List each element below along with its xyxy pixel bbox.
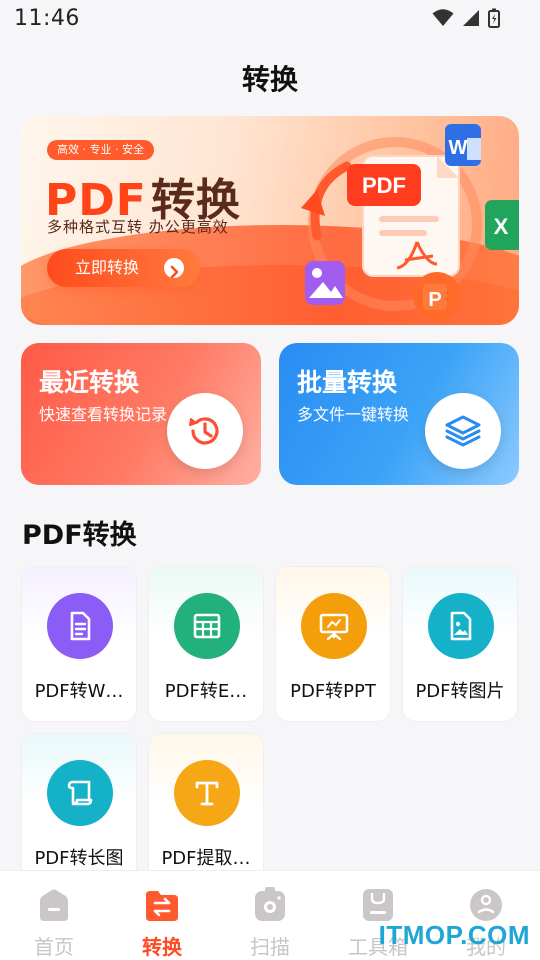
banner-illustration: PDF W X P xyxy=(301,124,519,320)
chevron-right-icon xyxy=(164,258,184,279)
signal-icon xyxy=(463,10,479,26)
section-title-pdf-convert: PDF转换 xyxy=(22,520,137,551)
batch-conversion-card[interactable]: 批量转换 多文件一键转换 xyxy=(279,343,519,485)
tool-pdf-to-excel[interactable]: PDF转E… xyxy=(148,566,264,722)
status-time: 11:46 xyxy=(14,6,80,31)
tool-label: PDF转W… xyxy=(34,681,124,702)
image-icon xyxy=(428,593,494,659)
layers-icon xyxy=(425,393,501,469)
page-title: 转换 xyxy=(241,63,298,96)
convert-icon xyxy=(146,891,178,921)
banner-art-pdf-label: PDF xyxy=(362,173,406,198)
tool-label: PDF转长图 xyxy=(34,848,124,869)
tool-label: PDF转PPT xyxy=(290,681,376,702)
banner-tag: 高效 · 专业 · 安全 xyxy=(47,140,154,160)
tool-pdf-to-long-image[interactable]: PDF转长图 xyxy=(21,733,137,889)
nav-item-home[interactable]: 首页 xyxy=(0,871,108,960)
nav-label-home: 首页 xyxy=(34,935,74,959)
table-icon xyxy=(174,593,240,659)
nav-label-scan: 扫描 xyxy=(250,935,290,959)
banner-subtitle: 多种格式互转 办公更高效 xyxy=(47,218,229,236)
nav-label-convert: 转换 xyxy=(142,935,182,959)
batch-conversion-subtitle: 多文件一键转换 xyxy=(297,405,410,424)
recent-conversions-card[interactable]: 最近转换 快速查看转换记录 xyxy=(21,343,261,485)
promo-banner[interactable]: 高效 · 专业 · 安全 PDF转换 多种格式互转 办公更高效 立即转换 PDF… xyxy=(21,116,519,325)
tool-pdf-to-image[interactable]: PDF转图片 xyxy=(402,566,518,722)
tool-label: PDF转图片 xyxy=(415,681,505,702)
banner-art-word-label: W xyxy=(449,137,468,159)
nav-item-scan[interactable]: 扫描 xyxy=(216,871,324,960)
history-icon xyxy=(167,393,243,469)
profile-icon xyxy=(470,889,502,921)
batch-conversion-title: 批量转换 xyxy=(297,368,398,397)
tool-pdf-extract-text[interactable]: PDF提取… xyxy=(148,733,264,889)
tool-label: PDF转E… xyxy=(164,681,248,702)
tool-pdf-to-word[interactable]: PDF转W… xyxy=(21,566,137,722)
convert-now-label: 立即转换 xyxy=(75,258,140,277)
scroll-icon xyxy=(47,760,113,826)
status-bar: 11:46 xyxy=(0,0,540,40)
text-icon xyxy=(174,760,240,826)
wifi-icon xyxy=(432,9,454,26)
recent-conversions-title: 最近转换 xyxy=(39,368,140,397)
document-icon xyxy=(47,593,113,659)
nav-item-convert[interactable]: 转换 xyxy=(108,871,216,960)
camera-icon xyxy=(255,887,285,921)
banner-art-excel-label: X xyxy=(494,214,509,239)
banner-art-ppt-label: P xyxy=(428,289,441,311)
recent-conversions-subtitle: 快速查看转换记录 xyxy=(39,405,168,424)
status-icons xyxy=(432,8,500,28)
convert-now-button[interactable]: 立即转换 xyxy=(47,249,200,287)
home-icon xyxy=(40,889,68,921)
battery-icon xyxy=(488,8,500,28)
tool-label: PDF提取… xyxy=(161,848,251,869)
toolbox-icon xyxy=(363,889,393,921)
presentation-icon xyxy=(301,593,367,659)
watermark: ITMOP.COM xyxy=(378,920,530,950)
tool-pdf-to-ppt[interactable]: PDF转PPT xyxy=(275,566,391,722)
